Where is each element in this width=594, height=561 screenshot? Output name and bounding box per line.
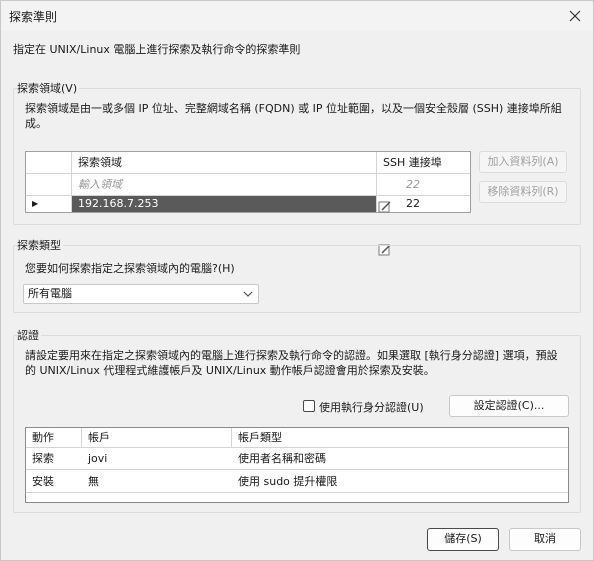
dialog-window: 探索準則 指定在 UNIX/Linux 電腦上進行探索及執行命令的探索準則 探索… <box>0 0 594 561</box>
scope-cell[interactable]: 192.168.7.253 <box>72 196 377 212</box>
scope-new-input[interactable]: 輸入領域 <box>72 174 377 196</box>
cancel-button[interactable]: 取消 <box>509 528 581 551</box>
table-row[interactable]: 探索 jovi 使用者名稱和密碼 <box>26 448 568 470</box>
remove-row-button[interactable]: 移除資料列(R) <box>479 181 567 203</box>
credentials-grid[interactable]: 動作 帳戶 帳戶類型 探索 jovi 使用者名稱和密碼 安裝 無 使用 sudo… <box>25 427 569 503</box>
scope-grid-header: 探索領域 SSH 連接埠 <box>26 152 470 174</box>
row-selector-arrow-icon: ▶ <box>26 196 72 212</box>
discovery-type-select[interactable]: 所有電腦 <box>23 284 259 304</box>
scope-group-label: 探索領域(V) <box>17 80 80 96</box>
discovery-type-question: 您要如何探索指定之探索領域內的電腦?(H) <box>25 262 235 275</box>
runas-checkbox-box[interactable] <box>303 400 315 412</box>
auth-description: 請設定要用來在指定之探索領域內的電腦上進行探索及執行命令的認證。如果選取 [執行… <box>25 349 558 377</box>
save-button[interactable]: 儲存(S) <box>427 528 499 551</box>
close-button[interactable] <box>565 6 585 26</box>
title-bar: 探索準則 <box>1 1 593 31</box>
column-header-ssh-port[interactable]: SSH 連接埠 <box>377 152 470 174</box>
table-row[interactable]: 安裝 無 使用 sudo 提升權限 <box>26 471 568 493</box>
auth-group-label: 認證 <box>17 327 41 343</box>
port-new-input[interactable]: 22 <box>400 174 470 196</box>
column-header-scope[interactable]: 探索領域 <box>72 152 377 174</box>
scope-grid[interactable]: 探索領域 SSH 連接埠 輸入領域 22 ▶ 192.168.7.253 22 <box>25 151 471 256</box>
window-title: 探索準則 <box>9 10 58 24</box>
credentials-grid-header: 動作 帳戶 帳戶類型 <box>26 428 568 448</box>
add-row-button[interactable]: 加入資料列(A) <box>479 151 567 173</box>
column-header-account[interactable]: 帳戶 <box>82 428 232 448</box>
dialog-description: 指定在 UNIX/Linux 電腦上進行探索及執行命令的探索準則 <box>13 43 301 56</box>
close-icon <box>569 10 581 22</box>
scope-new-row[interactable]: 輸入領域 22 <box>26 174 470 213</box>
chevron-down-icon <box>243 291 253 297</box>
set-credentials-button[interactable]: 設定認證(C)... <box>449 395 569 417</box>
runas-checkbox-label: 使用執行身分認證(U) <box>319 401 424 414</box>
scope-row-1[interactable]: ▶ 192.168.7.253 22 <box>26 196 470 256</box>
type-group-label: 探索類型 <box>17 237 63 253</box>
runas-checkbox[interactable]: 使用執行身分認證(U) <box>303 399 443 415</box>
column-header-account-type[interactable]: 帳戶類型 <box>232 428 568 448</box>
discovery-type-value: 所有電腦 <box>28 287 72 300</box>
port-cell[interactable]: 22 <box>400 196 470 212</box>
scope-description: 探索領域是由一或多個 IP 位址、完整網域名稱 (FQDN) 或 IP 位址範圍… <box>25 102 562 130</box>
column-header-action[interactable]: 動作 <box>26 428 82 448</box>
